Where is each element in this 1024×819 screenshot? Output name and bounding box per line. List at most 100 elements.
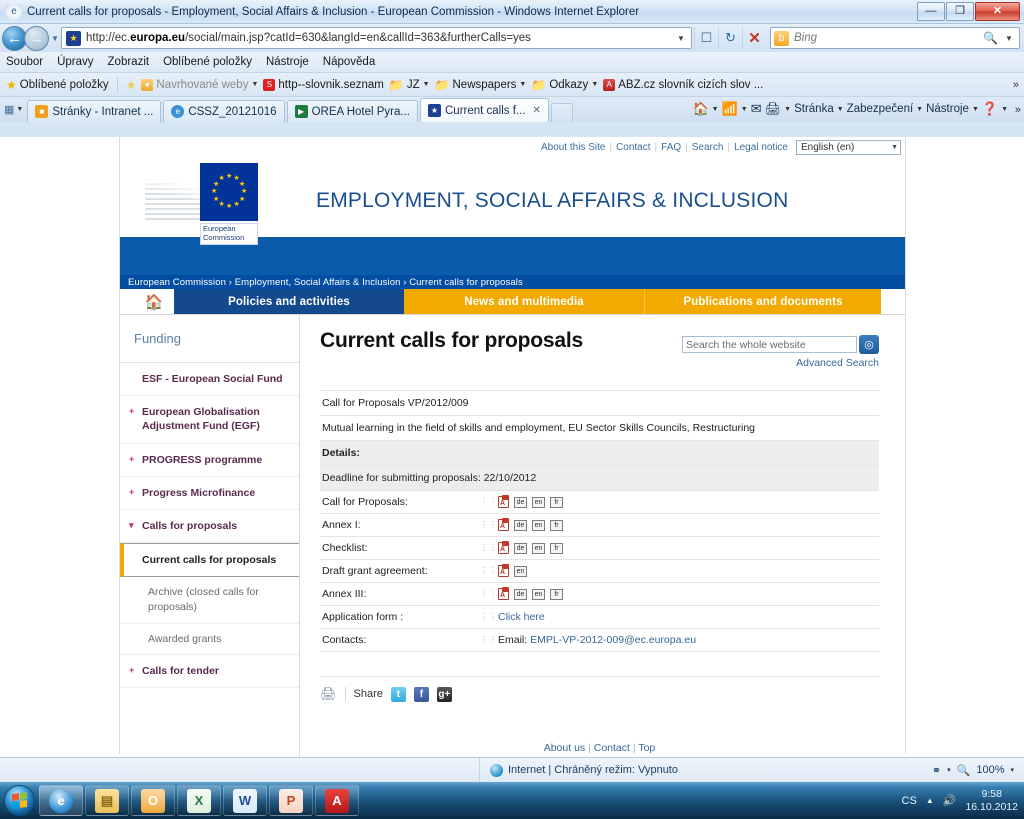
expander-plus-icon[interactable]: + [129,664,134,676]
googleplus-icon[interactable]: g+ [436,686,452,702]
ec-logo[interactable]: ★ ★ ★ ★ ★ ★ ★ ★ ★ ★ ★ ★ European Commission [145,149,315,245]
chevron-down-icon[interactable]: ▼ [1001,106,1008,113]
help-icon[interactable]: ❓ [982,101,998,117]
clock[interactable]: 9:58 16.10.2012 [965,788,1018,812]
taskbar-internet-explorer[interactable]: e [39,785,83,816]
lang-badge-en[interactable]: en [532,542,545,554]
pdf-icon[interactable] [498,541,509,554]
lang-badge-de[interactable]: de [514,588,527,600]
site-search-button[interactable]: ◎ [859,335,879,354]
application-form-link[interactable]: Click here [490,611,545,623]
volume-icon[interactable]: 🔊 [943,794,957,807]
tab-cssz[interactable]: e CSSZ_20121016 [163,100,285,122]
compatibility-view-icon[interactable]: ☐ [694,27,718,49]
link-contact[interactable]: Contact [616,142,650,153]
taskbar-windows-explorer[interactable]: ▤ [85,785,129,816]
lang-badge-de[interactable]: de [514,542,527,554]
fav-item-abz[interactable]: A ABZ.cz slovník cizích slov ... [603,78,763,91]
link-legal-notice[interactable]: Legal notice [734,142,788,153]
command-zabezpeceni[interactable]: Zabezpečení [847,103,914,115]
menu-item-nastroje[interactable]: Nástroje [266,56,309,68]
sidebar-subitem-awarded-grants[interactable]: Awarded grants [120,624,299,656]
maximize-button[interactable]: ❐ [946,2,974,21]
zoom-icon[interactable]: 🔍 [957,764,971,777]
chevron-down-icon[interactable]: ▼ [784,106,791,113]
search-provider-caret[interactable]: ▼ [1001,34,1017,43]
facebook-icon[interactable]: f [413,686,429,702]
twitter-icon[interactable]: t [390,686,406,702]
lang-badge-en[interactable]: en [532,588,545,600]
sidebar-subitem-archive[interactable]: Archive (closed calls for proposals) [120,577,299,624]
windows-start-icon[interactable] [4,785,35,816]
menu-item-oblibene-polozky[interactable]: Oblíbené položky [163,56,252,68]
lang-badge-fr[interactable]: fr [550,496,563,508]
tab-current-calls[interactable]: ★ Current calls f... ✕ [420,98,549,122]
chevron-down-icon[interactable]: ▼ [741,106,748,113]
sidebar-item-calls-for-proposals[interactable]: ▾ Calls for proposals [120,510,299,544]
forward-button[interactable]: → [24,25,49,51]
chevron-down-icon[interactable]: ▼ [837,106,844,113]
command-stranka[interactable]: Stránka [794,103,834,115]
show-hidden-icons[interactable]: ▲ [926,796,934,805]
site-search-input[interactable]: Search the whole website [682,336,857,353]
home-icon[interactable]: 🏠 [692,101,708,117]
tab-close-icon[interactable]: ✕ [533,105,541,116]
lang-badge-fr[interactable]: fr [550,542,563,554]
pdf-icon[interactable] [498,495,509,508]
expander-plus-icon[interactable]: + [129,486,134,498]
search-icon[interactable]: 🔍 [980,31,1001,45]
menu-item-soubor[interactable]: Soubor [6,56,43,68]
nav-tab-policies-and-activities[interactable]: Policies and activities [174,289,404,314]
menu-item-napoveda[interactable]: Nápověda [323,56,375,68]
link-about-this-site[interactable]: About this Site [541,142,605,153]
close-button[interactable]: ✕ [975,2,1020,21]
link-search[interactable]: Search [692,142,724,153]
advanced-search-link[interactable]: Advanced Search [682,357,879,369]
fav-item-slovnik-seznam[interactable]: S http--slovnik.seznam [263,78,384,91]
menu-item-zobrazit[interactable]: Zobrazit [108,56,150,68]
refresh-icon[interactable]: ↻ [718,27,742,49]
command-overflow-icon[interactable]: » [1015,104,1021,116]
taskbar-outlook[interactable]: O [131,785,175,816]
sidebar-item-progress-programme[interactable]: + PROGRESS programme [120,444,299,477]
fav-item-suggested-sites[interactable]: ● Navrhované weby ▼ [141,78,258,91]
add-to-favorites-bar-icon[interactable]: ★ [126,78,137,92]
print-icon[interactable]: 🖨 [765,101,782,117]
chevron-down-icon[interactable]: ▾ [1010,766,1014,774]
contact-email-link[interactable]: EMPL-VP-2012-009@ec.europa.eu [530,634,696,646]
sidebar-item-egf[interactable]: + European Globalisation Adjustment Fund… [120,396,299,444]
sidebar-item-progress-microfinance[interactable]: + Progress Microfinance [120,477,299,510]
url-bar[interactable]: ★ http://ec.europa.eu/social/main.jsp?ca… [61,27,692,49]
home-icon[interactable]: 🏠 [134,289,174,314]
footer-link-about-us[interactable]: About us [544,742,585,754]
chevron-down-icon[interactable]: ▼ [712,106,719,113]
sidebar-item-calls-for-tender[interactable]: + Calls for tender [120,655,299,689]
stop-icon[interactable]: ✕ [742,27,766,49]
fav-item-newspapers[interactable]: 📁 Newspapers ▼ [435,78,527,92]
expander-plus-icon[interactable]: + [129,453,134,465]
menu-item-upravy[interactable]: Úpravy [57,56,93,68]
sidebar-item-current-calls-for-proposals[interactable]: Current calls for proposals [120,543,299,578]
taskbar-powerpoint[interactable]: P [269,785,313,816]
nav-tab-publications-and-documents[interactable]: Publications and documents [644,289,881,314]
lang-badge-de[interactable]: de [514,519,527,531]
lang-badge-en[interactable]: en [532,519,545,531]
quick-tabs-icon[interactable]: ▦ [4,103,14,116]
lang-badge-fr[interactable]: fr [550,588,563,600]
print-icon[interactable]: 🖨 [320,686,337,702]
taskbar-acrobat[interactable]: A [315,785,359,816]
rss-feed-icon[interactable]: 📶 [722,101,738,117]
expander-plus-icon[interactable]: + [129,405,134,417]
lang-badge-de[interactable]: de [514,496,527,508]
browser-search-input[interactable]: Bing [794,32,980,44]
language-select[interactable]: English (en) ▼ [796,140,901,155]
taskbar-excel[interactable]: X [177,785,221,816]
security-zone[interactable]: Internet | Chráněný režim: Vypnuto [480,763,932,777]
mail-icon[interactable]: ✉ [751,101,762,117]
taskbar-word[interactable]: W [223,785,267,816]
lang-badge-en[interactable]: en [532,496,545,508]
chevron-down-icon[interactable]: ▼ [972,106,979,113]
fav-item-odkazy[interactable]: 📁 Odkazy ▼ [531,78,598,92]
favorites-overflow-icon[interactable]: » [1013,79,1019,91]
zoom-level[interactable]: 100% [976,764,1004,776]
